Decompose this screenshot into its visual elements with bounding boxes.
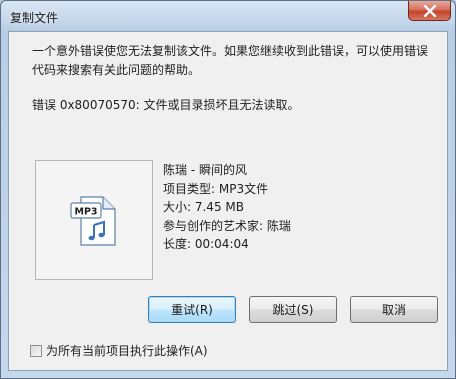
cancel-button[interactable]: 取消 bbox=[350, 296, 438, 323]
error-description: 一个意外错误使您无法复制该文件。如果您继续收到此错误，可以使用错误代码来搜索有关… bbox=[32, 44, 429, 77]
file-type: 项目类型: MP3文件 bbox=[163, 181, 269, 196]
close-button[interactable] bbox=[408, 1, 451, 21]
close-icon bbox=[423, 4, 436, 17]
apply-to-all-row[interactable]: 为所有当前项目执行此操作(A) bbox=[30, 342, 208, 359]
retry-button[interactable]: 重试(R) bbox=[148, 296, 236, 323]
apply-to-all-checkbox[interactable] bbox=[30, 344, 42, 357]
error-code: 错误 0x80070570: 文件或目录损坏且无法读取。 bbox=[32, 98, 300, 112]
copy-file-dialog: 复制文件 一个意外错误使您无法复制该文件。如果您继续收到此错误，可以使用错误代码… bbox=[0, 0, 456, 379]
file-thumbnail: MP3 bbox=[35, 160, 153, 280]
window-title: 复制文件 bbox=[10, 11, 59, 25]
file-details: 陈瑞 - 瞬间的风 项目类型: MP3文件 大小: 7.45 MB 参与创作的艺… bbox=[163, 161, 291, 254]
mp3-file-icon: MP3 bbox=[70, 196, 116, 246]
file-name: 陈瑞 - 瞬间的风 bbox=[163, 163, 247, 177]
title-bar[interactable]: 复制文件 bbox=[1, 1, 455, 31]
dialog-body: 一个意外错误使您无法复制该文件。如果您继续收到此错误，可以使用错误代码来搜索有关… bbox=[8, 31, 448, 371]
file-size: 大小: 7.45 MB bbox=[163, 200, 244, 214]
file-duration: 长度: 00:04:04 bbox=[163, 237, 249, 251]
file-icon-label: MP3 bbox=[74, 207, 97, 218]
apply-to-all-label: 为所有当前项目执行此操作(A) bbox=[46, 344, 208, 358]
file-artist: 参与创作的艺术家: 陈瑞 bbox=[163, 218, 291, 233]
skip-button[interactable]: 跳过(S) bbox=[249, 296, 337, 323]
